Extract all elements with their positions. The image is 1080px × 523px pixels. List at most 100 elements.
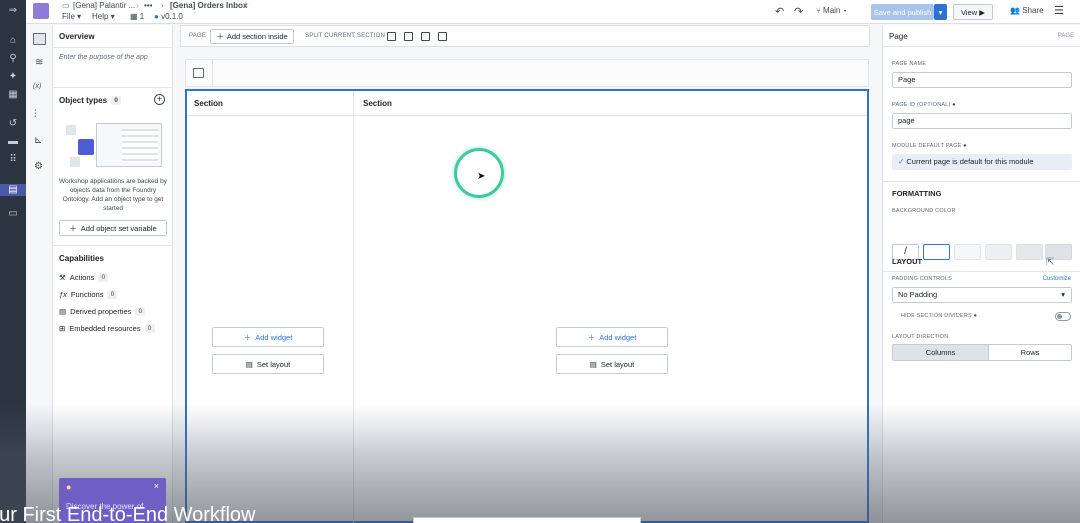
history-icon[interactable]: ↺ (0, 118, 26, 130)
breadcrumb-current[interactable]: [Gena] Orders Inbox (170, 1, 247, 10)
app-logo-icon (33, 3, 49, 19)
capability-functions[interactable]: ƒx Functions 0 (59, 290, 118, 299)
plus-icon: ＋ (243, 332, 252, 342)
columns-toggle[interactable]: Columns (892, 344, 989, 361)
set-layout-button[interactable]: ▤ Set layout (212, 354, 324, 374)
padding-label: PADDING CONTROLS (892, 276, 952, 282)
capability-embedded-resources[interactable]: ⊞ Embedded resources 0 (59, 324, 155, 333)
redo-icon[interactable]: ↷ (794, 5, 803, 18)
lightbulb-icon: ● (66, 482, 72, 492)
section-title: Section (363, 99, 392, 108)
chevron-right-icon: › (136, 1, 139, 10)
page-name-label: PAGE NAME (892, 61, 927, 67)
split-bottom-icon[interactable] (404, 32, 413, 41)
chevron-down-icon: ▾ (1061, 290, 1065, 299)
help-icon: ● (973, 313, 978, 319)
hide-dividers-toggle[interactable] (1055, 312, 1071, 321)
list-icon[interactable]: ☰ (1054, 4, 1064, 17)
star-icon[interactable]: ☆ (242, 0, 249, 9)
capability-derived-properties[interactable]: ▤ Derived properties 0 (59, 307, 146, 316)
pages-count[interactable]: ▦ 1 (130, 12, 144, 21)
plus-icon: ＋ (587, 332, 596, 342)
bg-color-label: BACKGROUND COLOR (892, 208, 956, 214)
purpose-input[interactable]: Enter the purpose of the app (59, 54, 148, 61)
page-label: PAGE (189, 33, 207, 39)
settings-icon[interactable]: ⚙ (34, 161, 43, 172)
close-icon[interactable]: × (154, 481, 159, 491)
save-options-chevron-icon[interactable]: ▾ (934, 4, 947, 20)
chevron-right-icon: › (161, 1, 164, 10)
split-right-icon[interactable] (438, 32, 447, 41)
set-layout-button[interactable]: ▤ Set layout (556, 354, 668, 374)
layout-icon: ▤ (589, 359, 597, 369)
check-circle-icon: ● (154, 12, 159, 21)
header-icon (193, 68, 204, 78)
breadcrumb-parent[interactable]: [Gena] Palantir ... (73, 1, 135, 10)
notifications-icon[interactable]: ✦ (0, 71, 26, 83)
overview-icon[interactable] (33, 33, 46, 45)
expand-icon[interactable]: ⇒ (0, 5, 26, 17)
table-icon: ▤ (59, 307, 67, 316)
layout-icon[interactable]: ⫶ (34, 109, 37, 120)
video-caption: our First End-to-End Workflow (0, 504, 256, 523)
workshop-icon[interactable]: ▤ (0, 184, 26, 196)
apps-icon[interactable]: ▦ (0, 89, 26, 101)
capability-actions[interactable]: ⚒ Actions 0 (59, 273, 109, 282)
page-id-input[interactable]: page (892, 113, 1072, 129)
capabilities-title: Capabilities (59, 254, 104, 263)
view-button[interactable]: View ▶ (953, 4, 993, 20)
overview-title: Overview (59, 32, 95, 41)
split-label: SPLIT CURRENT SECTION (305, 33, 385, 39)
bg-color-light2-swatch[interactable] (985, 244, 1012, 260)
help-menu[interactable]: Help ▾ (92, 12, 115, 21)
files-icon[interactable]: ▭ (0, 208, 26, 220)
grid-icon[interactable]: ⠿ (0, 154, 26, 166)
bg-color-white-swatch[interactable] (923, 244, 950, 260)
undo-icon[interactable]: ↶ (775, 5, 784, 18)
check-icon: ✓ (898, 157, 905, 166)
hide-dividers-label: HIDE SECTION DIVIDERS ● (901, 313, 978, 319)
panel-title: Page (889, 32, 908, 41)
add-widget-button[interactable]: ＋ Add widget (556, 327, 668, 347)
padding-select[interactable]: No Padding ▾ (892, 287, 1072, 303)
split-left-icon[interactable] (421, 32, 430, 41)
save-publish-button[interactable]: Save and publish (871, 4, 934, 20)
object-types-header: Object types 0 (59, 96, 122, 105)
add-object-set-button[interactable]: ＋ Add object set variable (59, 220, 167, 236)
folder-icon: ▭ (62, 1, 70, 10)
page-header-placeholder[interactable] (185, 59, 869, 87)
split-top-icon[interactable] (387, 32, 396, 41)
object-types-description: Workshop applications are backed by obje… (59, 178, 167, 212)
object-types-illustration (66, 123, 164, 169)
add-widget-button[interactable]: ＋ Add widget (212, 327, 324, 347)
customize-link[interactable]: Customize (1043, 276, 1071, 282)
bottom-panel-tab (413, 517, 641, 523)
layout-icon: ▤ (245, 359, 253, 369)
layout-title: LAYOUT (892, 257, 923, 266)
home-icon[interactable]: ⌂ (0, 35, 26, 47)
add-section-inside-button[interactable]: ＋ Add section inside (210, 29, 294, 44)
branch-selector[interactable]: ⑂ Main ▾ (816, 6, 847, 15)
page-name-input[interactable]: Page (892, 72, 1072, 88)
actions-icon: ⚒ (59, 273, 66, 282)
formatting-title: FORMATTING (892, 189, 942, 198)
share-button[interactable]: 👥 Share (1010, 6, 1044, 15)
rows-toggle[interactable]: Rows (988, 344, 1072, 361)
plus-icon: ＋ (69, 223, 77, 233)
file-menu[interactable]: File ▾ (62, 12, 81, 21)
embed-icon: ⊞ (59, 324, 66, 333)
module-default-status: ✓ Current page is default for this modul… (892, 154, 1072, 170)
bg-color-light-swatch[interactable] (954, 244, 981, 260)
chart-icon[interactable]: ⊾ (34, 135, 42, 146)
search-icon[interactable]: ⚲ (0, 53, 26, 65)
variables-icon[interactable]: (x) (33, 83, 41, 90)
bg-color-gray-swatch[interactable] (1016, 244, 1043, 260)
folder-icon[interactable]: ▬ (0, 136, 26, 148)
help-icon: ● (963, 143, 967, 149)
cursor-icon: ➤ (477, 171, 486, 182)
version-badge[interactable]: ● v0.1.0 (154, 12, 183, 21)
breadcrumb-ellipsis[interactable]: ••• (144, 1, 152, 10)
add-object-type-icon[interactable]: + (154, 94, 165, 105)
section-toolbar: PAGE ＋ Add section inside SPLIT CURRENT S… (180, 25, 870, 47)
layers-icon[interactable]: ≋ (35, 57, 43, 68)
